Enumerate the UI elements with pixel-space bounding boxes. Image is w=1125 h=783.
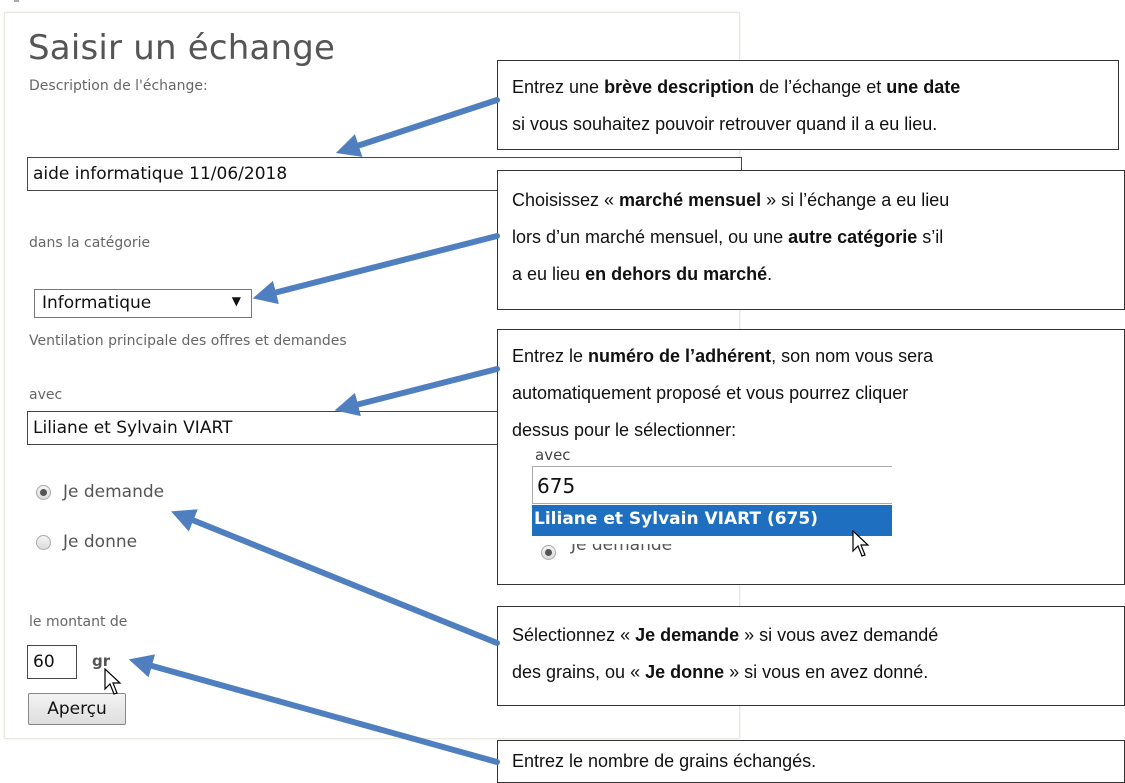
mouse-cursor-icon bbox=[852, 530, 870, 557]
mouse-cursor-icon bbox=[104, 668, 122, 695]
callout-arrows bbox=[128, 97, 500, 765]
callout-arrow-icon bbox=[335, 97, 500, 157]
callout-arrow-icon bbox=[171, 509, 500, 646]
callout-arrow-icon bbox=[128, 654, 500, 765]
callout-arrow-icon bbox=[252, 233, 500, 305]
callout-arrow-icon bbox=[334, 366, 500, 417]
